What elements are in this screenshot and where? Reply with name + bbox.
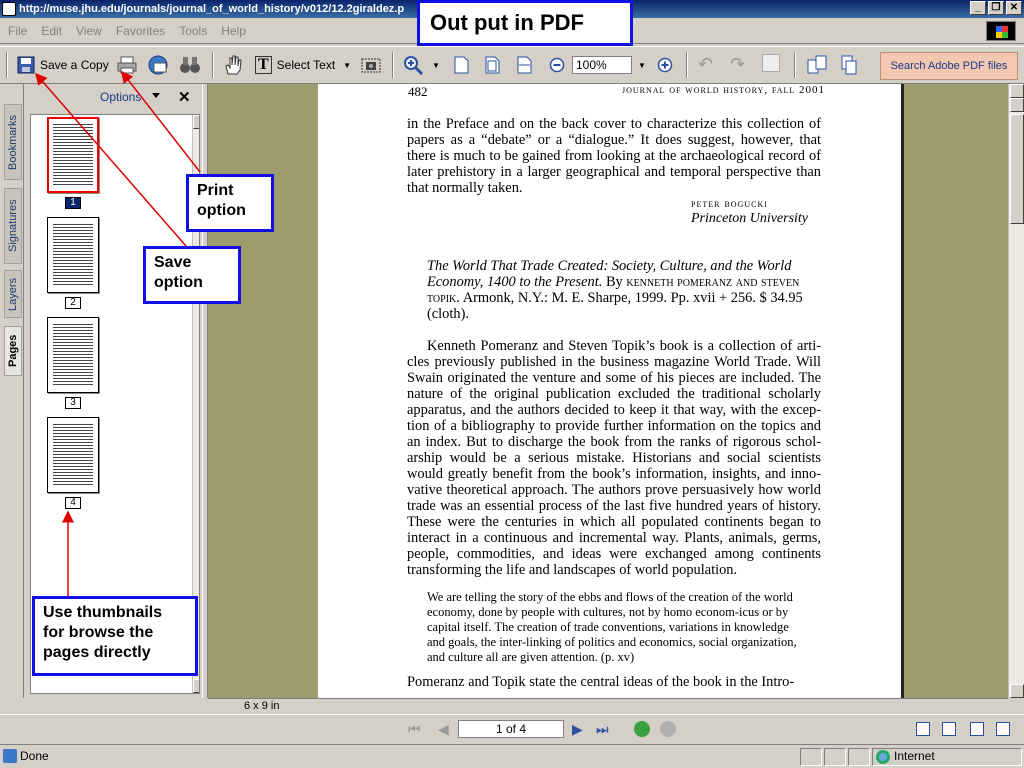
menu-view[interactable]: View [76,24,102,38]
page-number: 482 [408,84,428,99]
menu-file[interactable]: File [8,24,27,38]
facing-view-icon[interactable] [970,722,984,736]
scroll-down-icon[interactable] [1010,684,1024,698]
options-menu[interactable]: Options [100,90,141,104]
last-page-icon[interactable]: ⏭ [596,721,609,738]
thumbnail-label: 3 [65,397,81,409]
restore-button[interactable]: ❐ [988,1,1004,15]
thumbnail-page-3[interactable] [47,317,99,393]
save-copy-label: Save a Copy [40,58,109,72]
paragraph-2: Kenneth Pomeranz and Steven Topik’s book… [407,338,821,578]
thumbnail-label: 4 [65,497,81,509]
next-page-icon[interactable]: ▶ [572,721,583,738]
thumbnail-page-4[interactable] [47,417,99,493]
first-page-icon[interactable]: ⏮ [408,721,421,738]
save-copy-button[interactable]: Save a Copy [16,52,109,78]
zoom-out-icon[interactable] [549,57,565,73]
review-citation: The World That Trade Created: Society, C… [427,258,807,322]
zoom-in-icon[interactable] [402,54,424,76]
single-page-view-icon[interactable] [916,722,930,736]
status-text: Done [20,749,49,763]
running-head: journal of world history, fall 2001 [622,84,825,96]
select-text-tool[interactable]: T Select Text ▼ [255,52,351,78]
menu-favorites[interactable]: Favorites [116,24,165,38]
text-cursor-icon: T [255,56,272,74]
search-adobe-pdf-button[interactable]: Search Adobe PDF files [880,52,1018,80]
fit-page-icon[interactable] [482,55,502,75]
copy-pages-icon[interactable] [762,54,780,72]
snapshot-camera-icon[interactable] [360,55,382,75]
pdf-page: 482 journal of world history, fall 2001 … [318,84,904,698]
view-adjust-icon[interactable] [806,54,828,76]
zoom-in-plus-icon[interactable] [657,57,673,73]
scrollbar-thumb[interactable] [1010,114,1024,224]
windows-logo-icon [986,21,1016,41]
go-forward-icon[interactable] [660,721,676,737]
zoom-level-chevron-icon[interactable]: ▼ [638,61,646,70]
select-text-label: Select Text [276,58,336,72]
actual-size-icon[interactable] [451,55,471,75]
menu-tools[interactable]: Tools [179,24,207,38]
window-title: http://muse.jhu.edu/journals/journal_of_… [19,3,405,15]
print-icon[interactable] [116,55,138,75]
email-globe-icon[interactable] [147,54,169,76]
floppy-disk-icon [17,56,35,74]
close-button[interactable]: ✕ [1006,1,1022,15]
document-scrollbar[interactable] [1008,84,1024,698]
review-publication: Armonk, N.Y.: M. E. Sharpe, 1999. Pp. xv… [427,290,803,322]
print-option-callout: Print option [186,174,274,232]
reviewer-name: peter bogucki [691,196,768,210]
scroll-up-icon[interactable] [1010,98,1024,112]
zoom-level-field[interactable]: 100% [572,56,632,74]
internet-zone-icon [876,750,890,764]
zoom-menu-chevron-icon[interactable]: ▼ [432,61,440,70]
navigation-tabs: Bookmarks Signatures Layers Pages [0,84,24,698]
rotate-left-icon[interactable]: ↶ [698,54,713,75]
previous-page-icon[interactable]: ◀ [438,721,449,738]
thumbnail-label: 1 [65,197,81,209]
hand-tool-icon[interactable] [222,54,244,76]
go-back-icon[interactable] [634,721,650,737]
block-quote: We are telling the story of the ebbs and… [427,590,797,664]
menu-edit[interactable]: Edit [41,24,62,38]
document-view[interactable]: 482 journal of world history, fall 2001 … [208,84,1008,698]
scroll-up-icon[interactable] [193,115,199,129]
document-pages-icon[interactable] [838,54,860,76]
scroll-right-icon[interactable] [1010,84,1024,98]
tab-layers[interactable]: Layers [4,270,22,318]
thumbnails-callout: Use thumbnails for browse the pages dire… [32,596,198,676]
page-navigation-bar: ⏮ ◀ 1 of 4 ▶ ⏭ [0,714,1024,742]
thumbnail-page-1[interactable] [47,117,99,193]
continuous-facing-view-icon[interactable] [996,722,1010,736]
paragraph-1: in the Preface and on the back cover to … [407,116,821,196]
thumbnail-label: 2 [65,297,81,309]
save-option-callout: Save option [143,246,241,304]
pdf-output-callout: Out put in PDF [417,0,633,46]
page-done-icon [3,749,17,763]
security-zone: Internet [894,749,935,763]
tab-signatures[interactable]: Signatures [4,188,22,264]
minimize-button[interactable]: _ [970,1,986,15]
binoculars-icon[interactable] [179,55,201,75]
chevron-down-icon[interactable]: ▼ [343,61,351,70]
menu-help[interactable]: Help [221,24,246,38]
continuous-view-icon[interactable] [942,722,956,736]
reviewer-affiliation: Princeton University [691,211,809,226]
close-icon[interactable]: ✕ [178,88,191,106]
tab-pages[interactable]: Pages [4,326,22,376]
review-by: By [605,274,623,290]
page-size: 6 x 9 in [244,700,280,712]
rotate-right-icon[interactable]: ↷ [730,54,745,75]
ie-icon [2,2,16,16]
document-status-strip: 6 x 9 in [208,698,1008,714]
thumbnail-page-2[interactable] [47,217,99,293]
fit-width-icon[interactable] [514,55,534,75]
tab-bookmarks[interactable]: Bookmarks [4,104,22,180]
browser-status-bar: Done Internet [0,744,1024,768]
page-number-field[interactable]: 1 of 4 [458,720,564,738]
paragraph-3: Pomeranz and Topik state the central ide… [407,674,795,690]
scroll-down-icon[interactable] [193,679,199,693]
chevron-down-icon[interactable] [152,93,160,98]
